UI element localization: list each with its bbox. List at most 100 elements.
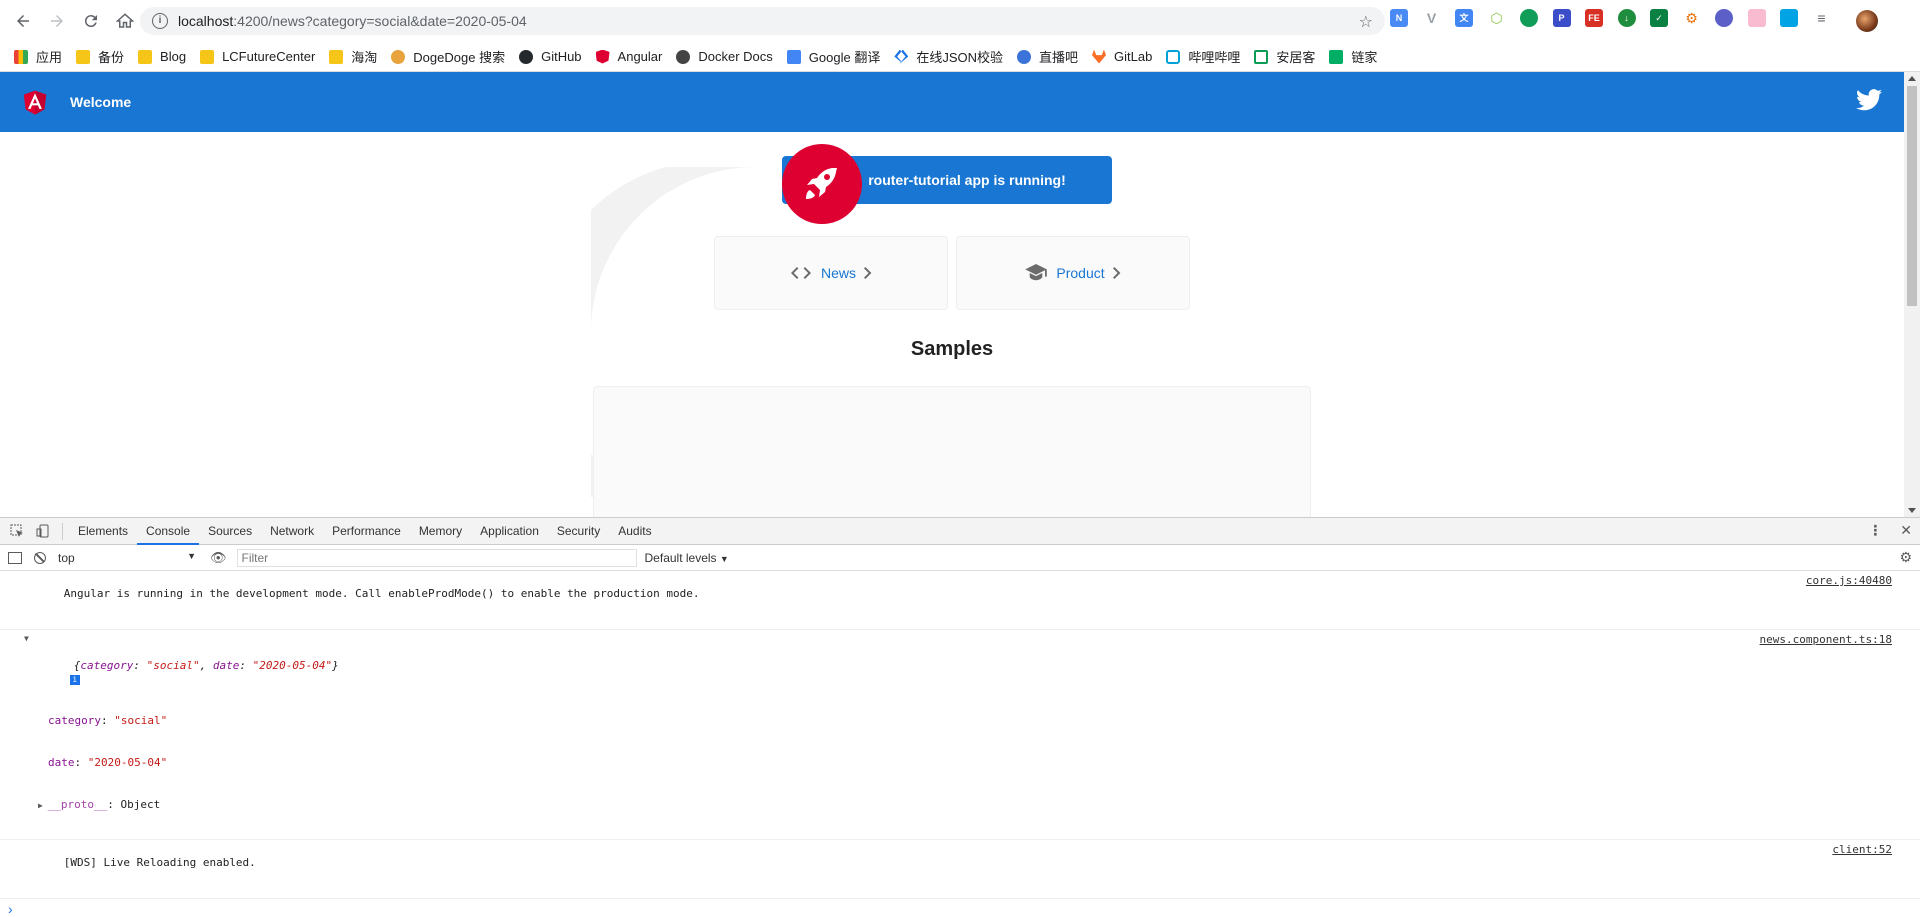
tab-console[interactable]: Console <box>137 518 200 545</box>
tab-security[interactable]: Security <box>548 518 609 545</box>
levels-label: Default levels <box>644 550 717 565</box>
page-scrollbar[interactable] <box>1904 72 1920 517</box>
tab-sources[interactable]: Sources <box>199 518 261 545</box>
product-card-label: Product <box>1056 265 1105 281</box>
object-property: category: "social" <box>48 714 168 727</box>
product-card[interactable]: Product <box>956 236 1190 310</box>
context-value: top <box>58 550 75 565</box>
expand-triangle-icon[interactable]: ▼ <box>24 634 29 643</box>
home-button[interactable] <box>110 6 140 36</box>
bookmark-label: 安居客 <box>1276 50 1316 65</box>
profile-avatar[interactable] <box>1856 10 1878 32</box>
bookmark-lianjia[interactable]: 链家 <box>1329 47 1377 66</box>
console-message: [WDS] Live Reloading enabled. client:52 <box>0 840 1920 899</box>
rocket-badge <box>782 144 862 224</box>
cat-extension-icon[interactable] <box>1747 9 1766 27</box>
context-selector[interactable]: top ▼ <box>58 551 196 565</box>
bookmark-backup[interactable]: 备份 <box>76 47 124 66</box>
vue-devtools-icon[interactable]: V <box>1423 9 1441 27</box>
translate-extension-icon[interactable]: 文 <box>1455 9 1473 27</box>
bookmark-docker-docs[interactable]: Docker Docs <box>676 49 773 64</box>
reload-button[interactable] <box>76 6 106 36</box>
address-bar[interactable]: i localhost:4200/news?category=social&da… <box>140 7 1385 35</box>
message-source-link[interactable]: client:52 <box>1832 843 1892 856</box>
info-badge-icon[interactable]: i <box>69 675 80 685</box>
tab-elements[interactable]: Elements <box>69 518 137 545</box>
log-levels-dropdown[interactable]: Default levels ▼ <box>645 551 729 565</box>
bookmark-label: 哔哩哔哩 <box>1188 50 1241 65</box>
extension-icons: N V 文 ⬡ P FE ↓ ✓ ⚙ ≡ <box>1390 9 1845 27</box>
console-prompt[interactable]: › <box>0 901 1920 917</box>
clear-console-icon[interactable] <box>34 551 46 564</box>
tab-audits[interactable]: Audits <box>609 518 660 545</box>
console-filter-input[interactable] <box>236 548 637 567</box>
p-extension-icon[interactable]: P <box>1552 9 1571 27</box>
bookmark-star-icon[interactable]: ☆ <box>1359 12 1373 32</box>
back-button[interactable] <box>8 6 38 36</box>
download-extension-icon[interactable]: ↓ <box>1617 9 1636 27</box>
bookmark-angular[interactable]: Angular <box>595 49 662 64</box>
devtools-window-controls: ⋮ ✕ <box>1868 522 1912 539</box>
scroll-up-arrow-icon[interactable] <box>1908 76 1916 81</box>
bookmark-github[interactable]: GitHub <box>519 49 582 64</box>
folder-icon <box>200 49 215 64</box>
chat-extension-icon[interactable] <box>1520 9 1538 27</box>
speed-extension-icon[interactable] <box>1715 9 1733 27</box>
inspect-element-icon[interactable] <box>8 522 26 540</box>
reading-list-icon[interactable]: ≡ <box>1813 9 1831 27</box>
console-object-message[interactable]: ▼ {category: "social", date: "2020-05-04… <box>0 630 1920 840</box>
bookmark-dogedoge[interactable]: DogeDoge 搜索 <box>391 47 505 66</box>
bookmark-haitao[interactable]: 海淘 <box>329 47 377 66</box>
news-card[interactable]: News <box>714 236 948 310</box>
bookmark-blog[interactable]: Blog <box>138 49 186 64</box>
bookmark-json[interactable]: 在线JSON校验 <box>894 47 1003 66</box>
github-icon <box>519 49 534 64</box>
expand-triangle-icon[interactable]: ▶ <box>38 801 48 810</box>
home-icon <box>116 13 134 28</box>
bookmark-label: LCFutureCenter <box>222 49 316 64</box>
tab-application[interactable]: Application <box>471 518 548 545</box>
console-settings-gear-icon[interactable]: ⚙ <box>1899 549 1912 566</box>
url-text[interactable]: localhost:4200/news?category=social&date… <box>178 13 527 29</box>
object-proto[interactable]: ▶ __proto__: Object <box>24 798 1920 811</box>
new-extension-icon[interactable]: N <box>1390 9 1408 27</box>
bilibili-icon <box>1166 49 1181 64</box>
bookmark-apps[interactable]: 应用 <box>14 47 62 66</box>
scroll-down-arrow-icon[interactable] <box>1908 508 1916 513</box>
news-card-label: News <box>820 265 856 281</box>
object-summary: {category: "social", date: "2020-05-04"} <box>73 659 339 672</box>
google-translate-icon <box>786 49 801 64</box>
bookmark-bilibili[interactable]: 哔哩哔哩 <box>1166 47 1240 66</box>
bookmark-anjuke[interactable]: 安居客 <box>1254 47 1315 66</box>
arrow-right-icon <box>51 15 63 27</box>
tab-memory[interactable]: Memory <box>410 518 471 545</box>
angular-logo-icon <box>23 90 47 115</box>
live-expression-eye-icon[interactable]: 👁 <box>210 550 227 566</box>
code-brackets-icon <box>790 267 811 279</box>
bookmark-gitlab[interactable]: GitLab <box>1092 49 1152 64</box>
shield-extension-icon[interactable]: ✓ <box>1650 9 1668 27</box>
close-icon[interactable]: ✕ <box>1900 522 1912 539</box>
screenshot-extension-icon[interactable] <box>1780 9 1798 27</box>
device-toolbar-icon[interactable] <box>34 522 52 540</box>
tab-network[interactable]: Network <box>261 518 323 545</box>
page-viewport: Welcome router-tutorial app is running! … <box>0 72 1920 517</box>
bookmark-google-translate[interactable]: Google 翻译 <box>786 47 880 66</box>
twitter-icon[interactable] <box>1856 89 1882 111</box>
fe-extension-icon[interactable]: FE <box>1585 9 1603 27</box>
forward-button[interactable] <box>42 6 72 36</box>
message-text: [WDS] Live Reloading enabled. <box>63 856 256 869</box>
message-source-link[interactable]: core.js:40480 <box>1806 574 1892 587</box>
bookmark-lcfuturecenter[interactable]: LCFutureCenter <box>200 49 315 64</box>
bookmark-label: 链家 <box>1351 50 1378 65</box>
bookmark-zhibo8[interactable]: 直播吧 <box>1017 47 1078 66</box>
kebab-menu-icon[interactable]: ⋮ <box>1868 522 1882 539</box>
message-source-link[interactable]: news.component.ts:18 <box>1760 633 1892 646</box>
network-extension-icon[interactable]: ⚙ <box>1683 9 1701 27</box>
browser-toolbar: i localhost:4200/news?category=social&da… <box>0 0 1920 42</box>
site-info-icon[interactable]: i <box>152 13 168 29</box>
nodejs-extension-icon[interactable]: ⬡ <box>1488 9 1506 27</box>
tab-performance[interactable]: Performance <box>323 518 410 545</box>
scrollbar-thumb[interactable] <box>1907 86 1917 306</box>
sidebar-toggle-icon[interactable] <box>8 551 22 564</box>
